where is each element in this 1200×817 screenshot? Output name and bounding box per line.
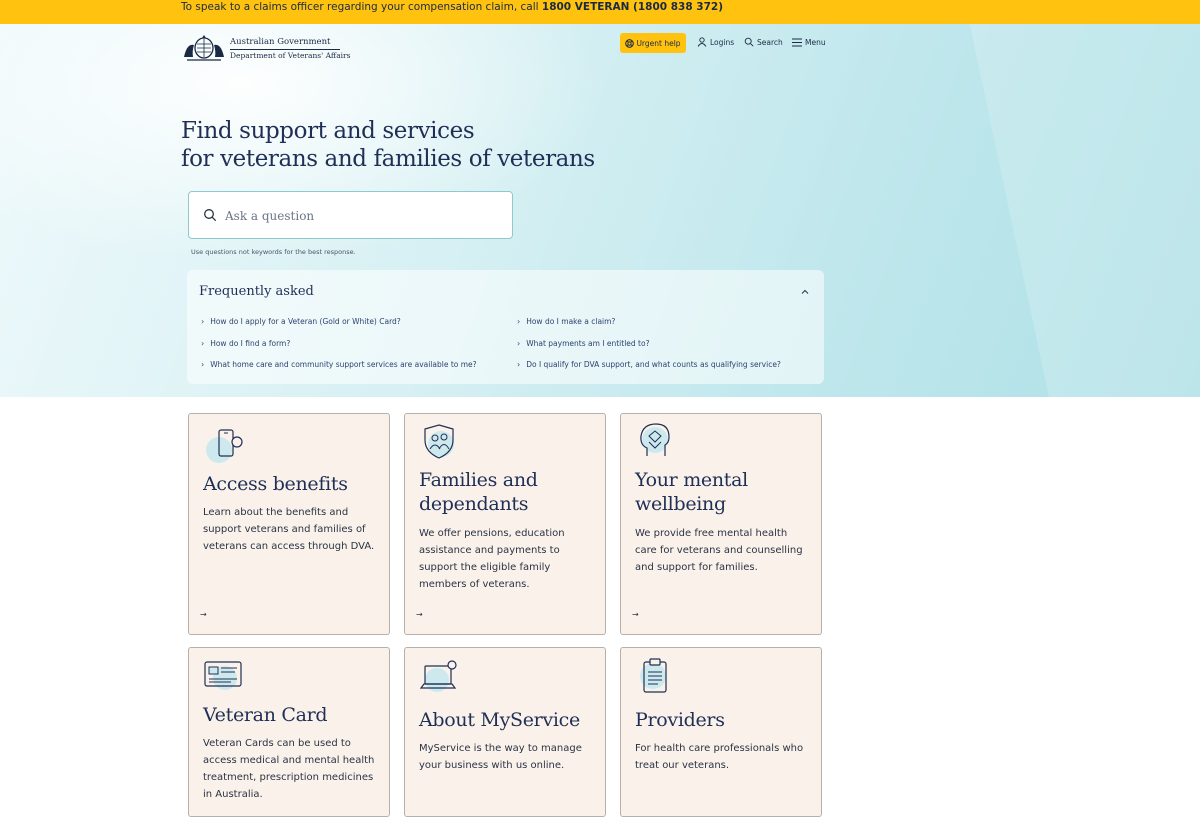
card-description: Learn about the benefits and support vet… [203,507,375,552]
faq-link[interactable]: › How do I find a form? [201,337,290,349]
page-title-line-2: for veterans and families of veterans [181,146,595,172]
card-title: Your mental wellbeing [635,468,785,516]
faq-link-label: What payments am I entitled to? [526,338,650,348]
card-description: MyService is the way to manage your busi… [419,743,582,771]
claims-phone-link[interactable]: 1800 VETERAN (1800 838 372) [542,1,723,13]
faq-title: Frequently asked [199,284,314,299]
chevron-right-icon: › [201,359,205,369]
search-icon [744,37,754,47]
menu-label: Menu [805,37,826,47]
id-card-icon [204,661,242,690]
faq-link[interactable]: › How do I apply for a Veteran (Gold or … [201,315,401,327]
claims-banner-text: To speak to a claims officer regarding y… [181,0,723,16]
chevron-right-icon: › [517,338,521,348]
question-input[interactable] [223,202,497,230]
logins-link[interactable]: Logins [697,35,734,49]
card-veteran-card[interactable]: Veteran Card Veteran Cards can be used t… [188,647,390,817]
claims-banner-message: To speak to a claims officer regarding y… [181,1,539,13]
card-title: Veteran Card [203,704,328,726]
coat-of-arms-icon [184,35,224,61]
card-about-myservice[interactable]: About MyService MyService is the way to … [404,647,606,817]
urgent-help-label: Urgent help [636,38,681,48]
logo-department-text: Department of Veterans' Affairs [230,51,351,60]
chevron-right-icon: › [201,316,205,326]
logins-label: Logins [710,37,735,47]
card-title: Access benefits [203,473,348,495]
chevron-right-icon: › [201,338,205,348]
arrow-right-icon: → [416,610,423,619]
phone-icon [206,429,243,463]
card-title-text: Families and dependants [419,469,538,515]
faq-link-label: How do I make a claim? [526,316,616,326]
faq-link[interactable]: › What home care and community support s… [201,358,477,370]
logo-government-text: Australian Government [230,37,331,47]
clipboard-icon [640,658,667,693]
search-hint: Use questions not keywords for the best … [191,248,356,256]
card-title: About MyService [419,709,580,731]
page-title: Find support and services for veterans a… [181,117,595,173]
logo-divider [230,49,340,50]
search-link[interactable]: Search [744,35,783,49]
arrow-right-icon: → [200,610,207,619]
search-icon [204,209,217,222]
faq-link-label: What home care and community support ser… [210,359,477,369]
search-label: Search [757,37,783,47]
card-description: We provide free mental health care for v… [635,528,803,573]
card-description: We offer pensions, education assistance … [419,528,565,590]
claims-banner: To speak to a claims officer regarding y… [0,0,1200,24]
card-providers[interactable]: Providers For health care professionals … [620,647,822,817]
card-families-dependants[interactable]: Families and dependants We offer pension… [404,413,606,635]
family-shield-icon [424,424,454,459]
laptop-icon [419,660,457,692]
faq-link-label: How do I find a form? [210,338,291,348]
lifebuoy-icon [625,38,635,48]
card-description: For health care professionals who treat … [635,743,804,771]
chevron-up-icon[interactable] [801,288,809,296]
urgent-help-button[interactable]: Urgent help [620,33,686,53]
arrow-right-icon: → [632,610,639,619]
chevron-right-icon: › [517,359,521,369]
card-access-benefits[interactable]: Access benefits Learn about the benefits… [188,413,390,635]
head-heart-icon [640,423,670,456]
faq-link[interactable]: › What payments am I entitled to? [517,337,650,349]
faq-link-label: How do I apply for a Veteran (Gold or Wh… [210,316,401,326]
menu-button[interactable]: Menu [792,35,826,49]
card-description: Veteran Cards can be used to access medi… [203,738,375,800]
card-title-text: Your mental wellbeing [635,469,748,515]
hamburger-icon [792,38,802,46]
user-icon [697,37,707,47]
card-mental-wellbeing[interactable]: Your mental wellbeing We provide free me… [620,413,822,635]
card-title: Families and dependants [419,468,569,516]
question-search-box[interactable] [188,191,513,239]
chevron-right-icon: › [517,316,521,326]
dva-logo[interactable]: Australian Government Department of Vete… [181,31,351,65]
faq-link-label: Do I qualify for DVA support, and what c… [526,359,781,369]
card-title: Providers [635,709,725,731]
faq-link[interactable]: › How do I make a claim? [517,315,615,327]
faq-link[interactable]: › Do I qualify for DVA support, and what… [517,358,781,370]
page-title-line-1: Find support and services [181,118,475,144]
